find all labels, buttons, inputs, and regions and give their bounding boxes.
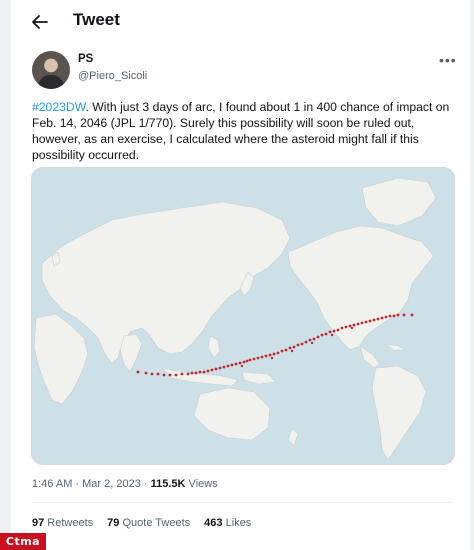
quotes-stat[interactable]: 79 Quote Tweets [107, 517, 190, 529]
page-title: Tweet [73, 10, 120, 29]
more-dots-icon: ••• [439, 52, 457, 68]
likes-count: 463 [204, 517, 223, 529]
views-label: Views [185, 478, 218, 490]
tweet-page: Tweet PS @Piero_Sicoli ••• #2023DW. With… [10, 0, 471, 550]
impact-map [32, 168, 454, 464]
more-options-button[interactable]: ••• [439, 52, 457, 68]
watermark-logo: Ctma [0, 533, 46, 550]
likes-label: Likes [222, 517, 252, 529]
likes-stat[interactable]: 463 Likes [204, 517, 251, 529]
tweet-header: Tweet [11, 0, 470, 44]
hashtag-link[interactable]: #2023DW [32, 100, 86, 114]
author-handle[interactable]: @Piero_Sicoli [78, 70, 147, 82]
divider [32, 502, 452, 503]
arrow-left-icon [32, 15, 48, 29]
quotes-label: Quote Tweets [119, 517, 191, 529]
quotes-count: 79 [107, 517, 120, 529]
tweet-body: . With just 3 days of arc, I found about… [32, 100, 450, 162]
tweet-stats: 97 Retweets 79 Quote Tweets 463 Likes [32, 517, 251, 529]
tweet-text: #2023DW. With just 3 days of arc, I foun… [32, 99, 450, 163]
retweets-stat[interactable]: 97 Retweets [32, 517, 93, 529]
tweet-timestamp[interactable]: 1:46 AM · Mar 2, 2023 · [32, 478, 151, 490]
retweets-label: Retweets [44, 517, 94, 529]
tweet-image[interactable] [31, 167, 455, 465]
avatar[interactable] [32, 51, 70, 89]
author-name[interactable]: PS [78, 53, 93, 65]
retweets-count: 97 [32, 517, 45, 529]
views-count: 115.5K [150, 478, 186, 490]
back-button[interactable] [27, 9, 53, 35]
tweet-meta: 1:46 AM · Mar 2, 2023 · 115.5K Views [32, 478, 218, 490]
